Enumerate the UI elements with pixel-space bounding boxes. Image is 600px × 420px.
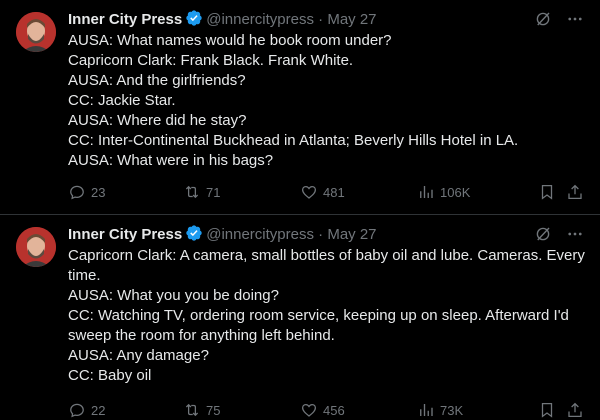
- tweet-line: Capricorn Clark: Frank Black. Frank Whit…: [68, 52, 354, 69]
- tweet-line: AUSA: Any damage?: [68, 347, 209, 364]
- tweet[interactable]: Inner City Press @innercitypress · May 27…: [0, 0, 600, 215]
- avatar[interactable]: [16, 12, 56, 52]
- share-button[interactable]: [566, 401, 584, 419]
- tweet-text: Capricorn Clark: A camera, small bottles…: [68, 246, 588, 386]
- repost-icon: [183, 183, 201, 201]
- bookmark-button[interactable]: [538, 183, 556, 201]
- reply-button[interactable]: 23: [68, 183, 105, 201]
- views-icon: [417, 401, 435, 419]
- tweet-header: Inner City Press @innercitypress · May 27: [68, 9, 584, 29]
- reply-button[interactable]: 22: [68, 401, 105, 419]
- views-count: 106K: [440, 184, 471, 200]
- author-name[interactable]: Inner City Press: [68, 226, 182, 243]
- tweet-line: Capricorn Clark: A camera, small bottles…: [68, 247, 585, 284]
- like-icon: [300, 183, 318, 201]
- tweet-line: CC: Jackie Star.: [68, 92, 176, 109]
- author-name[interactable]: Inner City Press: [68, 11, 182, 28]
- grok-icon[interactable]: [534, 225, 552, 243]
- avatar[interactable]: [16, 227, 56, 267]
- like-button[interactable]: 456: [300, 401, 345, 419]
- tweet[interactable]: Inner City Press @innercitypress · May 27…: [0, 215, 600, 418]
- repost-button[interactable]: 71: [183, 183, 220, 201]
- action-bar: 23 71 481 106K: [68, 182, 584, 202]
- views-count: 73K: [440, 402, 464, 418]
- like-icon: [300, 401, 318, 419]
- author-handle[interactable]: @innercitypress: [206, 11, 314, 28]
- share-icon: [566, 401, 584, 419]
- bookmark-button[interactable]: [538, 401, 556, 419]
- verified-badge-icon: [185, 9, 203, 33]
- tweet-line: AUSA: Where did he stay?: [68, 112, 247, 129]
- tweet-text: AUSA: What names would he book room unde…: [68, 31, 588, 171]
- bookmark-icon: [538, 183, 556, 201]
- more-icon[interactable]: [566, 10, 584, 28]
- verified-badge-icon: [185, 224, 203, 248]
- repost-count: 71: [206, 184, 221, 200]
- views-button[interactable]: 73K: [417, 401, 463, 419]
- tweet-line: AUSA: What were in his bags?: [68, 152, 274, 169]
- repost-icon: [183, 401, 201, 419]
- more-icon[interactable]: [566, 225, 584, 243]
- tweet-line: AUSA: What you you be doing?: [68, 287, 279, 304]
- tweet-line: CC: Inter-Continental Buckhead in Atlant…: [68, 132, 519, 149]
- grok-icon[interactable]: [534, 10, 552, 28]
- author-handle[interactable]: @innercitypress: [206, 226, 314, 243]
- reply-icon: [68, 401, 86, 419]
- separator-dot: ·: [318, 11, 324, 28]
- repost-count: 75: [206, 402, 221, 418]
- tweet-header: Inner City Press @innercitypress · May 27: [68, 224, 584, 244]
- reply-count: 22: [91, 402, 106, 418]
- repost-button[interactable]: 75: [183, 401, 220, 419]
- tweet-line: AUSA: And the girlfriends?: [68, 72, 246, 89]
- tweet-date[interactable]: May 27: [327, 11, 376, 28]
- tweet-line: CC: Watching TV, ordering room service, …: [68, 307, 569, 344]
- tweet-date[interactable]: May 27: [327, 226, 376, 243]
- bookmark-icon: [538, 401, 556, 419]
- separator-dot: ·: [318, 226, 324, 243]
- views-button[interactable]: 106K: [417, 183, 470, 201]
- like-count: 456: [323, 402, 345, 418]
- like-count: 481: [323, 184, 345, 200]
- tweet-line: AUSA: What names would he book room unde…: [68, 32, 392, 49]
- like-button[interactable]: 481: [300, 183, 345, 201]
- share-button[interactable]: [566, 183, 584, 201]
- tweet-line: CC: Baby oil: [68, 367, 152, 384]
- reply-count: 23: [91, 184, 106, 200]
- views-icon: [417, 183, 435, 201]
- action-bar: 22 75 456 73K: [68, 400, 584, 420]
- reply-icon: [68, 183, 86, 201]
- share-icon: [566, 183, 584, 201]
